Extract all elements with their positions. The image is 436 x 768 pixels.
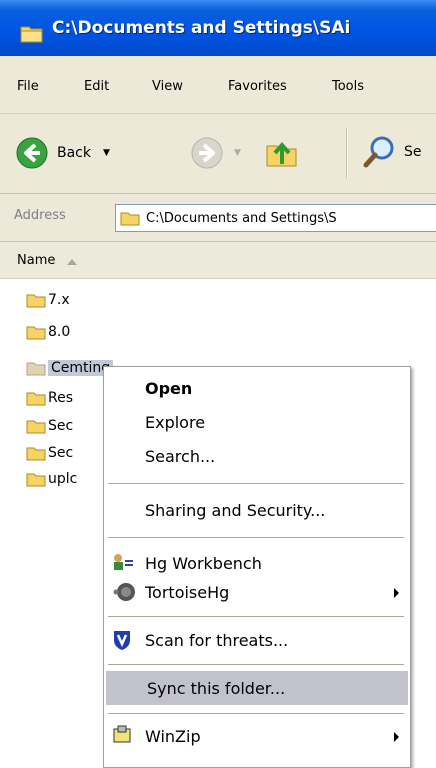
address-folder-icon bbox=[120, 210, 140, 226]
menu-separator bbox=[108, 713, 404, 714]
folder-icon bbox=[26, 392, 46, 406]
context-menu: Open Explore Search... Sharing and Secur… bbox=[103, 366, 411, 768]
folder-icon bbox=[20, 23, 44, 47]
menu-item-sync-folder[interactable]: Sync this folder... bbox=[106, 671, 408, 705]
menu-item-search[interactable]: Search... bbox=[104, 441, 410, 471]
file-name: Res bbox=[48, 390, 74, 406]
menu-item-hg-workbench[interactable]: Hg Workbench bbox=[104, 548, 410, 578]
back-label: Back bbox=[57, 145, 91, 161]
menu-item-label: Explore bbox=[145, 413, 206, 432]
menu-item-open[interactable]: Open bbox=[104, 373, 410, 403]
forward-arrow-icon bbox=[191, 137, 223, 169]
file-name-visible: Cem bbox=[51, 360, 84, 376]
menu-item-label: TortoiseHg bbox=[145, 583, 230, 602]
winzip-icon bbox=[112, 725, 134, 749]
menu-separator bbox=[108, 483, 404, 484]
menu-tools[interactable]: Tools bbox=[332, 79, 364, 94]
file-name: uplc bbox=[48, 471, 78, 487]
tortoisehg-icon bbox=[112, 581, 136, 607]
list-item[interactable]: 8.0 bbox=[26, 321, 70, 343]
forward-dropdown-icon[interactable]: ▼ bbox=[234, 148, 241, 158]
search-icon bbox=[363, 136, 394, 168]
back-arrow-icon bbox=[16, 137, 48, 169]
up-folder-button[interactable] bbox=[264, 134, 300, 170]
file-name: Sec bbox=[48, 418, 74, 434]
back-button[interactable]: Back ▼ bbox=[15, 136, 110, 170]
list-item[interactable]: Res bbox=[26, 387, 73, 409]
folder-icon bbox=[26, 447, 46, 461]
folder-icon bbox=[26, 362, 46, 376]
menu-favorites[interactable]: Favorites bbox=[228, 79, 287, 94]
menu-separator bbox=[108, 537, 404, 538]
menu-item-label: Hg Workbench bbox=[145, 554, 262, 573]
menu-file[interactable]: File bbox=[17, 79, 39, 94]
file-name: 7.x bbox=[48, 292, 70, 308]
back-dropdown-icon[interactable]: ▼ bbox=[103, 148, 110, 158]
address-value: C:\Documents and Settings\S bbox=[146, 210, 337, 226]
shield-icon bbox=[112, 629, 132, 655]
folder-icon bbox=[26, 294, 46, 308]
up-folder-icon bbox=[266, 141, 297, 167]
search-button[interactable]: Se bbox=[362, 134, 422, 170]
window-title: C:\Documents and Settings\SAi bbox=[52, 18, 351, 38]
menu-bar: File Edit View Favorites Tools bbox=[0, 56, 436, 114]
menu-item-label: WinZip bbox=[145, 727, 201, 746]
menu-item-label: Sharing and Security... bbox=[145, 501, 326, 520]
forward-button[interactable]: ▼ bbox=[190, 136, 241, 170]
menu-item-label: Sync this folder... bbox=[147, 679, 286, 698]
submenu-arrow-icon bbox=[394, 588, 399, 598]
file-name: 8.0 bbox=[48, 324, 71, 340]
submenu-arrow-icon bbox=[394, 732, 399, 742]
title-bar[interactable]: C:\Documents and Settings\SAi bbox=[0, 0, 436, 56]
toolbar-separator bbox=[346, 128, 348, 178]
menu-item-explore[interactable]: Explore bbox=[104, 407, 410, 437]
search-label: Se bbox=[404, 144, 422, 160]
file-name: Sec bbox=[48, 445, 74, 461]
menu-item-scan-threats[interactable]: Scan for threats... bbox=[104, 625, 410, 655]
list-item[interactable]: Sec bbox=[26, 442, 73, 464]
menu-separator bbox=[108, 664, 404, 665]
list-item[interactable]: 7.x bbox=[26, 289, 70, 311]
column-header: Name bbox=[0, 242, 436, 279]
folder-icon bbox=[26, 473, 46, 487]
folder-icon bbox=[26, 326, 46, 340]
menu-item-sharing-security[interactable]: Sharing and Security... bbox=[104, 495, 410, 525]
menu-item-label: Search... bbox=[145, 447, 216, 466]
menu-view[interactable]: View bbox=[152, 79, 183, 94]
menu-edit[interactable]: Edit bbox=[84, 79, 109, 94]
hg-workbench-icon bbox=[112, 552, 134, 576]
menu-item-label: Scan for threats... bbox=[145, 631, 289, 650]
address-field[interactable]: C:\Documents and Settings\S bbox=[115, 204, 436, 232]
menu-item-tortoisehg[interactable]: TortoiseHg bbox=[104, 577, 410, 607]
menu-item-label: Open bbox=[145, 379, 193, 398]
folder-icon bbox=[26, 420, 46, 434]
list-item-selected[interactable]: Cemting bbox=[26, 357, 114, 379]
address-bar: Address C:\Documents and Settings\S bbox=[0, 194, 436, 242]
list-item[interactable]: uplc bbox=[26, 468, 77, 490]
menu-item-winzip[interactable]: WinZip bbox=[104, 721, 410, 751]
sort-ascending-icon bbox=[67, 259, 77, 265]
column-name[interactable]: Name bbox=[17, 253, 55, 268]
menu-separator bbox=[108, 616, 404, 617]
list-item[interactable]: Sec bbox=[26, 415, 73, 437]
toolbar: Back ▼ ▼ Se bbox=[0, 114, 436, 194]
address-label: Address bbox=[14, 208, 66, 223]
